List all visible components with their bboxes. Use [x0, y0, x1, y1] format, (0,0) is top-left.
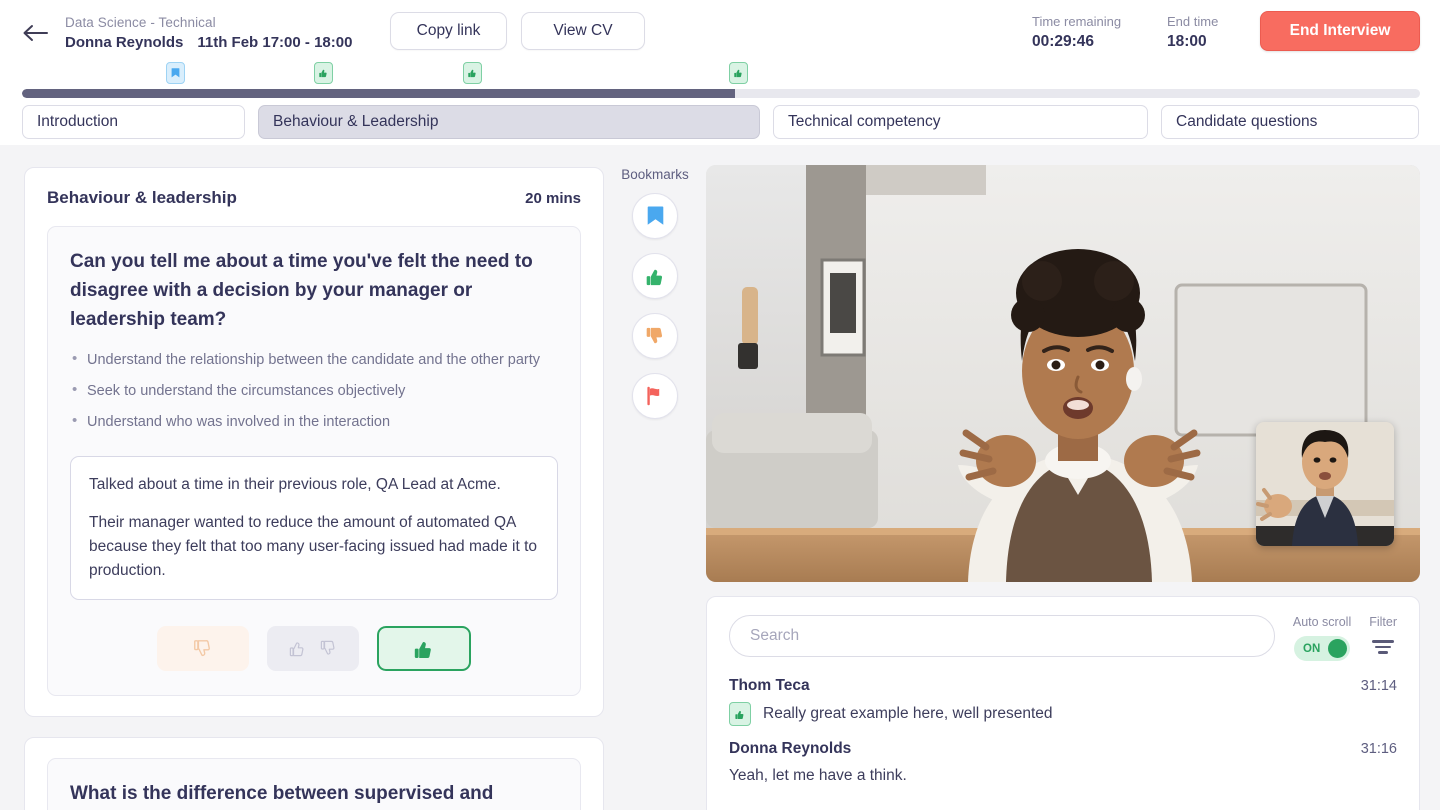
tab-technical-competency[interactable]: Technical competency	[773, 105, 1148, 139]
rating-controls	[70, 626, 558, 671]
section-tabs: Introduction Behaviour & Leadership Tech…	[22, 105, 1420, 139]
tab-label: Behaviour & Leadership	[273, 113, 439, 130]
question-text: Can you tell me about a time you've felt…	[70, 251, 533, 330]
section-title: Behaviour & leadership	[47, 188, 237, 207]
next-question-text: What is the difference between supervise…	[70, 783, 494, 804]
thumbs-down-bookmark-button[interactable]	[632, 313, 678, 359]
bookmark-buttons	[612, 193, 698, 419]
transcript-entry-body: Really great example here, well presente…	[729, 702, 1397, 726]
search-wrapper	[729, 615, 1275, 657]
arrow-left-icon[interactable]	[22, 22, 48, 44]
rate-neutral-button[interactable]	[267, 626, 359, 671]
filter-label: Filter	[1369, 615, 1397, 629]
pip-scene	[1256, 422, 1394, 546]
thumbs-down-icon	[646, 327, 662, 343]
auto-scroll-toggle[interactable]: ON	[1294, 636, 1351, 661]
transcript-entry-body: Yeah, let me have a think.	[729, 765, 1397, 787]
time-remaining-label: Time remaining	[1032, 14, 1122, 29]
picture-in-picture-video[interactable]	[1256, 422, 1394, 546]
timeline-thumbs-up-icon[interactable]	[729, 62, 748, 84]
end-interview-button[interactable]: End Interview	[1260, 11, 1420, 51]
next-question-card[interactable]: What is the difference between supervise…	[24, 737, 604, 810]
question-body: Can you tell me about a time you've felt…	[47, 226, 581, 696]
transcript-text: Yeah, let me have a think.	[729, 767, 907, 784]
transcript-text: Really great example here, well presente…	[763, 705, 1053, 722]
bookmark-button[interactable]	[632, 193, 678, 239]
transcript-panel: Auto scroll ON Filter	[706, 596, 1420, 810]
transcript-speaker: Thom Teca	[729, 677, 810, 694]
rate-positive-button[interactable]	[377, 626, 471, 671]
transcript-entry-header: Donna Reynolds 31:16	[729, 740, 1397, 758]
candidate-name: Donna Reynolds	[65, 34, 184, 51]
next-question-body: What is the difference between supervise…	[47, 758, 581, 810]
transcript-timestamp: 31:14	[1360, 678, 1397, 694]
interview-app: Data Science - Technical Donna Reynolds …	[0, 0, 1440, 810]
tab-introduction[interactable]: Introduction	[22, 105, 245, 139]
flag-bookmark-button[interactable]	[632, 373, 678, 419]
toggle-knob	[1328, 639, 1348, 658]
thumbs-up-bookmark-button[interactable]	[632, 253, 678, 299]
main-content: Behaviour & leadership 20 mins Can you t…	[0, 145, 1440, 810]
interview-schedule: 11th Feb 17:00 - 18:00	[197, 34, 353, 51]
thumbs-up-icon	[414, 641, 431, 658]
timeline-thumbs-up-icon[interactable]	[314, 62, 333, 84]
flag-icon	[647, 386, 660, 406]
end-time: End time 18:00	[1167, 13, 1218, 51]
interview-meta: Data Science - Technical Donna Reynolds …	[65, 14, 352, 51]
time-remaining: Time remaining 00:29:46	[1032, 13, 1121, 51]
section-duration: 20 mins	[525, 190, 581, 207]
tab-label: Introduction	[37, 113, 118, 130]
search-input[interactable]	[729, 615, 1275, 657]
auto-scroll-state: ON	[1303, 642, 1321, 655]
tab-label: Candidate questions	[1176, 113, 1318, 130]
filter-icon[interactable]	[1369, 636, 1397, 654]
thumbs-up-icon	[729, 702, 751, 726]
auto-scroll-label: Auto scroll	[1292, 615, 1352, 629]
interview-progress-bar[interactable]	[22, 89, 1420, 98]
note-paragraph: Talked about a time in their previous ro…	[89, 476, 501, 493]
tab-label: Technical competency	[788, 113, 941, 130]
progress-fill	[22, 89, 735, 98]
guidance-item: Understand who was involved in the inter…	[70, 409, 558, 434]
copy-link-button[interactable]: Copy link	[390, 12, 507, 50]
question-column: Behaviour & leadership 20 mins Can you t…	[24, 167, 604, 810]
auto-scroll-control: Auto scroll ON	[1293, 615, 1351, 661]
interview-role: Data Science - Technical	[65, 15, 216, 30]
transcript-entry-header: Thom Teca 31:14	[729, 677, 1397, 695]
time-remaining-value: 00:29:46	[1032, 33, 1095, 50]
bookmarks-label: Bookmarks	[621, 167, 689, 182]
tab-behaviour-leadership[interactable]: Behaviour & Leadership	[258, 105, 760, 139]
timeline-bookmark-icon[interactable]	[166, 62, 185, 84]
app-header: Data Science - Technical Donna Reynolds …	[0, 0, 1440, 145]
guidance-item: Understand the relationship between the …	[70, 347, 558, 372]
question-card-header: Behaviour & leadership 20 mins	[47, 188, 581, 208]
view-cv-button[interactable]: View CV	[521, 12, 645, 50]
guidance-item: Seek to understand the circumstances obj…	[70, 378, 558, 403]
transcript-entry: Donna Reynolds 31:16 Yeah, let me have a…	[729, 740, 1397, 787]
tab-candidate-questions[interactable]: Candidate questions	[1161, 105, 1419, 139]
thumbs-down-icon	[194, 639, 210, 656]
thumbs-down-icon	[320, 640, 335, 655]
transcript-controls: Auto scroll ON Filter	[729, 615, 1397, 661]
bookmark-icon	[647, 206, 663, 225]
rate-negative-button[interactable]	[157, 626, 249, 671]
note-paragraph: Their manager wanted to reduce the amoun…	[89, 514, 538, 579]
bookmarks-rail: Bookmarks	[612, 167, 698, 419]
thumbs-up-icon	[289, 642, 304, 657]
end-time-label: End time	[1167, 14, 1219, 29]
transcript-timestamp: 31:16	[1360, 741, 1397, 757]
question-card: Behaviour & leadership 20 mins Can you t…	[24, 167, 604, 717]
question-guidance-list: Understand the relationship between the …	[70, 347, 558, 434]
transcript-entry: Thom Teca 31:14 Really great example her…	[729, 677, 1397, 726]
transcript-speaker: Donna Reynolds	[729, 740, 852, 757]
end-time-value: 18:00	[1167, 33, 1207, 50]
thumbs-up-icon	[646, 269, 662, 285]
timeline-thumbs-up-icon[interactable]	[463, 62, 482, 84]
transcript-list: Thom Teca 31:14 Really great example her…	[729, 677, 1397, 787]
main-video-feed[interactable]	[706, 165, 1420, 582]
filter-control: Filter	[1369, 615, 1397, 654]
interviewer-notes[interactable]: Talked about a time in their previous ro…	[70, 456, 558, 600]
